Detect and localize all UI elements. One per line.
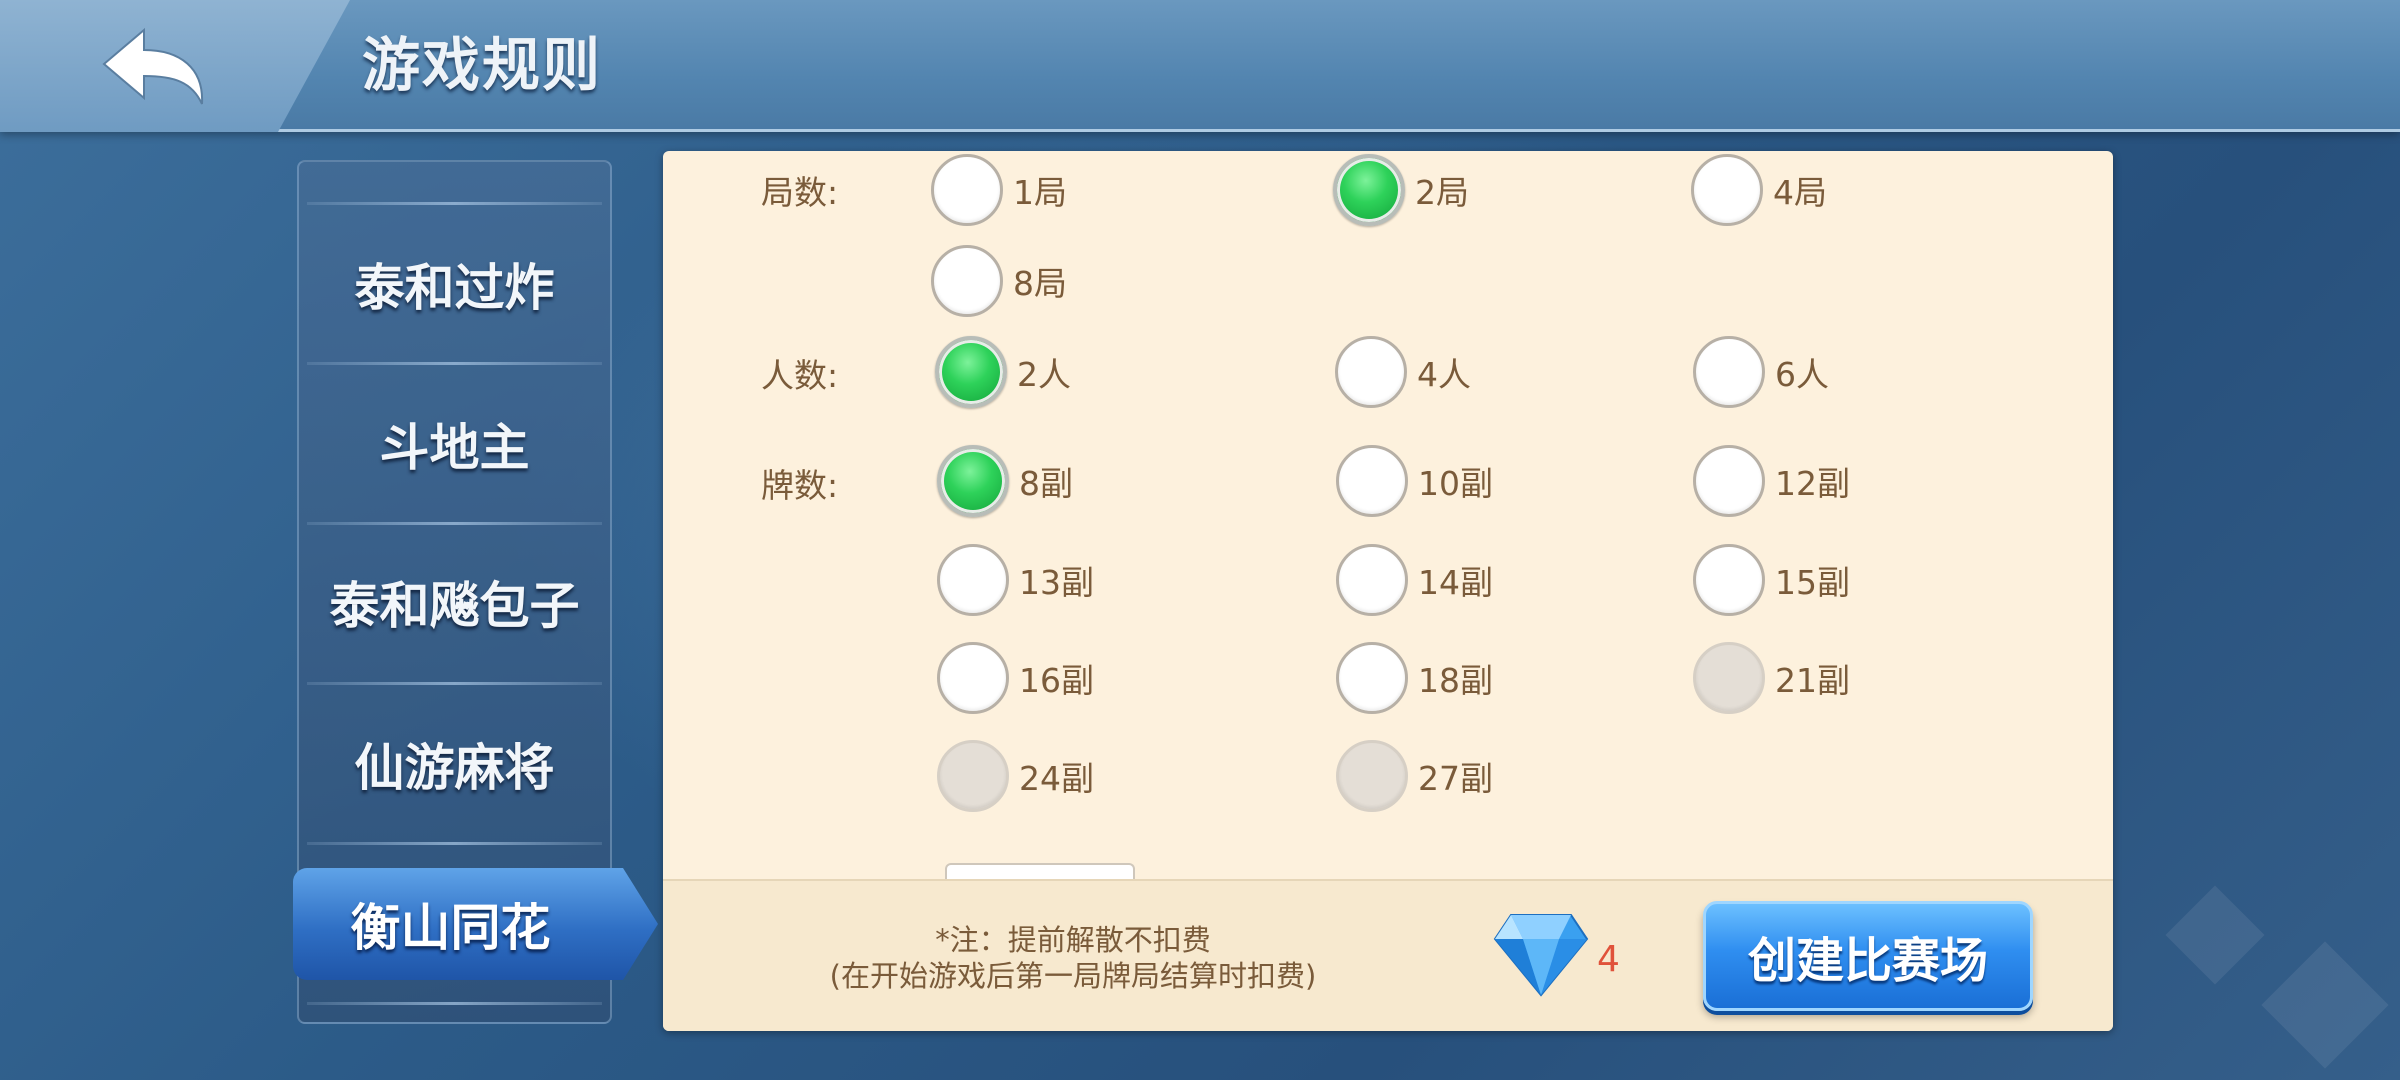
deck-option-27[interactable]: 27副 xyxy=(1336,740,1493,812)
option-label: 12副 xyxy=(1775,464,1850,503)
sidebar-divider xyxy=(307,1002,602,1005)
radio-button[interactable] xyxy=(931,154,1003,226)
option-label: 21副 xyxy=(1775,661,1850,700)
radio-button-selected[interactable] xyxy=(1333,154,1405,226)
sidebar-item-hengshan-tonghua[interactable]: 衡山同花 xyxy=(293,868,658,980)
option-label: 16副 xyxy=(1019,661,1094,700)
option-label: 6人 xyxy=(1775,355,1829,394)
radio-button[interactable] xyxy=(1336,544,1408,616)
option-label: 18副 xyxy=(1418,661,1493,700)
radio-button[interactable] xyxy=(1336,445,1408,517)
sidebar-item-taihe-guozha[interactable]: 泰和过炸 xyxy=(299,234,610,334)
option-label: 13副 xyxy=(1019,563,1094,602)
sidebar-item-xianyou-majiang[interactable]: 仙游麻将 xyxy=(299,714,610,814)
background-diamond xyxy=(2165,885,2265,985)
deck-option-14[interactable]: 14副 xyxy=(1336,544,1493,616)
option-label: 1局 xyxy=(1013,173,1067,212)
option-label: 8局 xyxy=(1013,264,1067,303)
radio-button[interactable] xyxy=(1336,642,1408,714)
round-option-4[interactable]: 4局 xyxy=(1691,154,1827,226)
back-arrow-icon xyxy=(102,27,204,105)
deck-option-16[interactable]: 16副 xyxy=(937,642,1094,714)
round-option-2[interactable]: 2局 xyxy=(1333,154,1469,226)
deck-option-21[interactable]: 21副 xyxy=(1693,642,1850,714)
radio-button[interactable] xyxy=(937,642,1009,714)
radio-button[interactable] xyxy=(1693,336,1765,408)
option-label: 4局 xyxy=(1773,173,1827,212)
sidebar-divider xyxy=(307,522,602,525)
sidebar-item-doudizhu[interactable]: 斗地主 xyxy=(299,394,610,494)
option-label: 24副 xyxy=(1019,759,1094,798)
radio-button[interactable] xyxy=(1693,544,1765,616)
deck-option-18[interactable]: 18副 xyxy=(1336,642,1493,714)
deck-option-13[interactable]: 13副 xyxy=(937,544,1094,616)
sidebar-divider xyxy=(307,682,602,685)
deck-option-10[interactable]: 10副 xyxy=(1336,445,1493,517)
deck-option-12[interactable]: 12副 xyxy=(1693,445,1850,517)
radio-button-disabled[interactable] xyxy=(1693,642,1765,714)
deck-option-24[interactable]: 24副 xyxy=(937,740,1094,812)
rules-panel: 局数: 1局 2局 4局 8局 人数: 2人 4人 6人 牌数: 8副 10副 … xyxy=(663,151,2113,1031)
radio-button[interactable] xyxy=(1335,336,1407,408)
radio-button-disabled[interactable] xyxy=(937,740,1009,812)
radio-button-selected[interactable] xyxy=(937,445,1009,517)
rounds-label: 局数: xyxy=(761,173,839,212)
rules-footer: *注：提前解散不扣费 (在开始游戏后第一局牌局结算时扣费) 4 创建比赛场 xyxy=(663,879,2113,1031)
player-option-4[interactable]: 4人 xyxy=(1335,336,1471,408)
background-diamond xyxy=(2261,941,2389,1069)
option-label: 15副 xyxy=(1775,563,1850,602)
radio-button[interactable] xyxy=(937,544,1009,616)
page-title: 游戏规则 xyxy=(362,31,603,99)
option-label: 2局 xyxy=(1415,173,1469,212)
sidebar-divider xyxy=(307,362,602,365)
option-label: 10副 xyxy=(1418,464,1493,503)
deck-option-8[interactable]: 8副 xyxy=(937,445,1073,517)
header-bar: 游戏规则 xyxy=(0,0,2400,132)
back-button[interactable] xyxy=(0,0,350,132)
option-label: 4人 xyxy=(1417,355,1471,394)
radio-button[interactable] xyxy=(1691,154,1763,226)
players-label: 人数: xyxy=(761,356,839,395)
sidebar-item-taihe-biaobaozi[interactable]: 泰和飚包子 xyxy=(299,552,610,652)
player-option-6[interactable]: 6人 xyxy=(1693,336,1829,408)
option-label: 27副 xyxy=(1418,759,1493,798)
option-label: 8副 xyxy=(1019,464,1073,503)
fee-note-line2: (在开始游戏后第一局牌局结算时扣费) xyxy=(829,959,1317,993)
radio-button[interactable] xyxy=(931,245,1003,317)
option-label: 2人 xyxy=(1017,355,1071,394)
radio-button-disabled[interactable] xyxy=(1336,740,1408,812)
round-option-8[interactable]: 8局 xyxy=(931,245,1067,317)
sidebar-divider xyxy=(307,842,602,845)
decks-label: 牌数: xyxy=(761,466,839,505)
sidebar-divider xyxy=(307,202,602,205)
deck-option-15[interactable]: 15副 xyxy=(1693,544,1850,616)
round-option-1[interactable]: 1局 xyxy=(931,154,1067,226)
player-option-2[interactable]: 2人 xyxy=(935,336,1071,408)
radio-button[interactable] xyxy=(1693,445,1765,517)
radio-button-selected[interactable] xyxy=(935,336,1007,408)
option-label: 14副 xyxy=(1418,563,1493,602)
gem-cost: 4 xyxy=(1597,939,1620,980)
create-match-button[interactable]: 创建比赛场 xyxy=(1703,901,2033,1011)
diamond-gem-icon xyxy=(1493,914,1589,997)
